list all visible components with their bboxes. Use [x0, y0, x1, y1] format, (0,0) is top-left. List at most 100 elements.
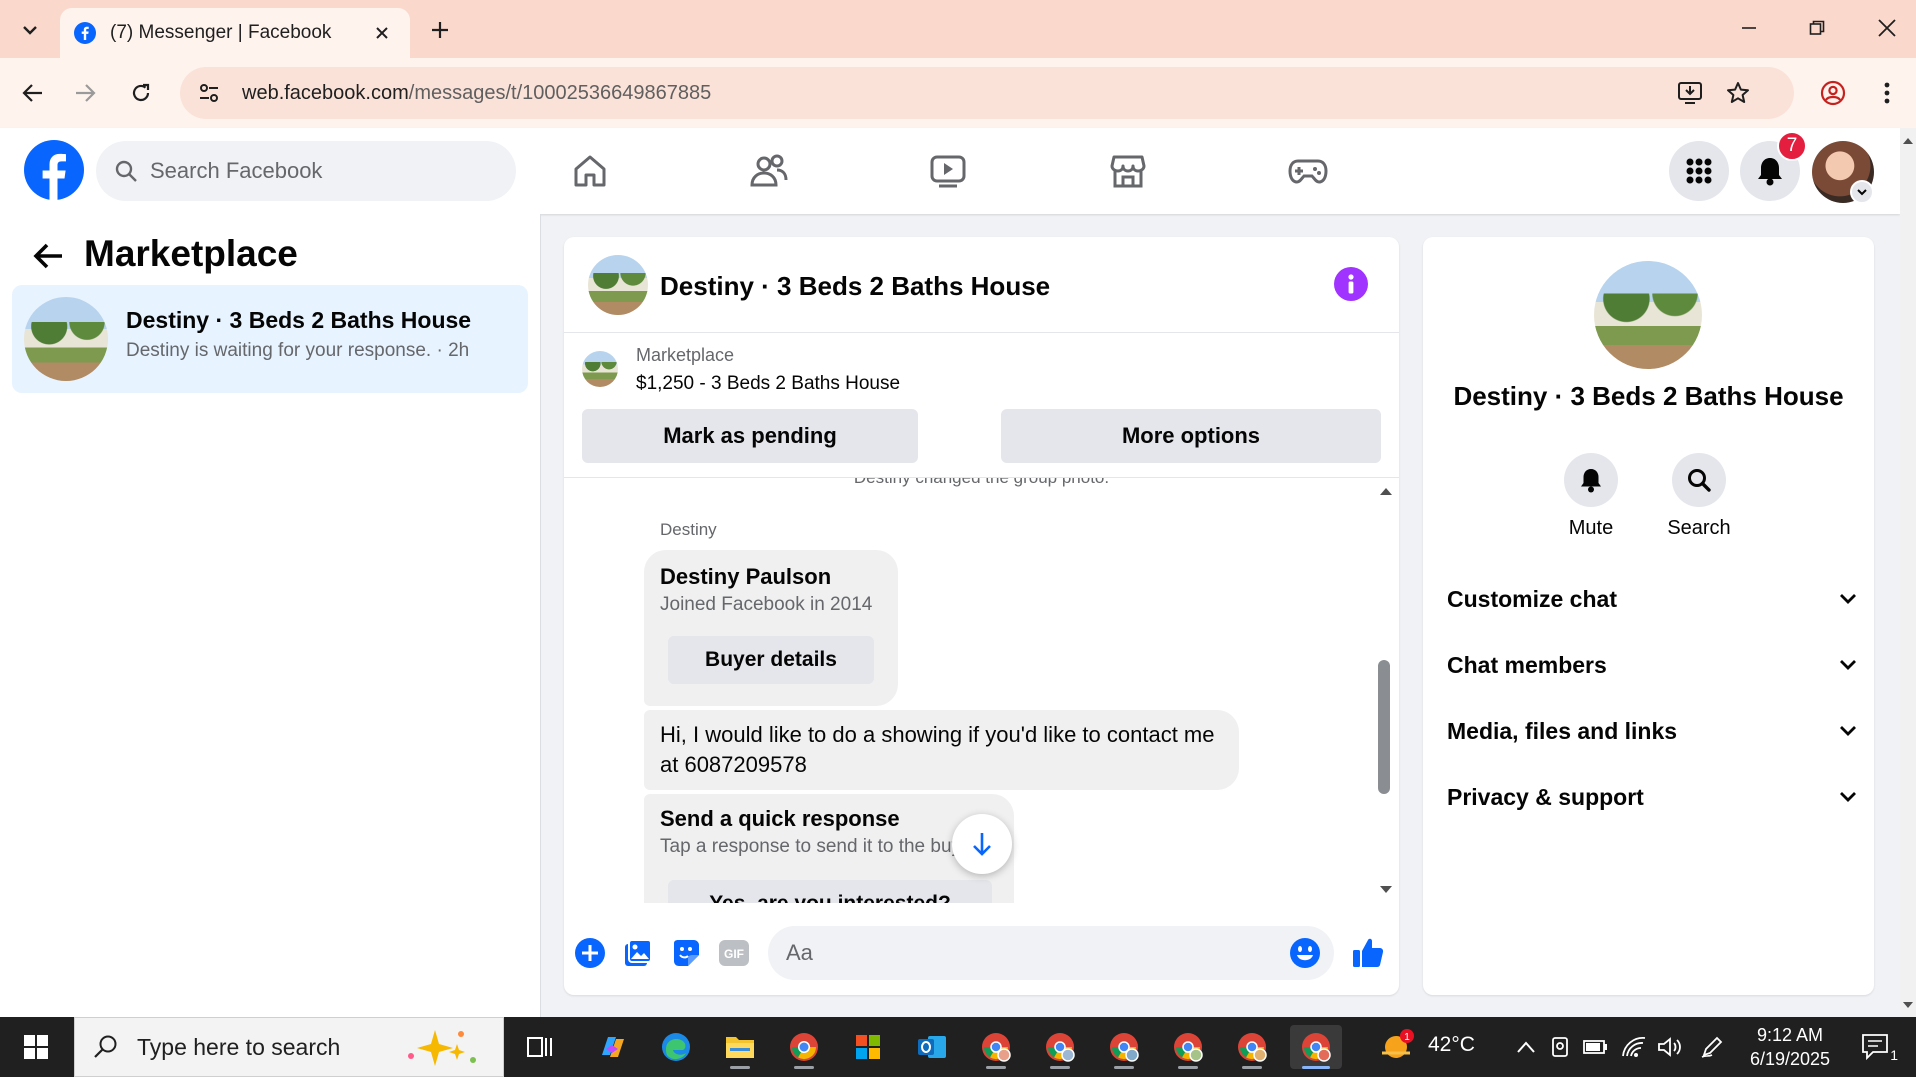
- folder-icon: [726, 1037, 754, 1058]
- store-app[interactable]: [842, 1025, 894, 1069]
- chrome-app-6[interactable]: [1226, 1025, 1278, 1069]
- back-button[interactable]: [12, 72, 54, 114]
- chrome-app-5[interactable]: [1162, 1025, 1214, 1069]
- bookmark-button[interactable]: [1720, 75, 1756, 111]
- site-info-icon[interactable]: [198, 82, 220, 104]
- notification-center-button[interactable]: 1: [1858, 1029, 1898, 1065]
- nav-watch[interactable]: [918, 146, 978, 196]
- close-window-button[interactable]: [1852, 6, 1916, 50]
- search-icon: [94, 1035, 117, 1058]
- section-chat-members[interactable]: Chat members: [1447, 641, 1857, 689]
- reload-button[interactable]: [120, 72, 162, 114]
- install-app-button[interactable]: [1672, 75, 1708, 111]
- outlook-app[interactable]: [906, 1025, 958, 1069]
- new-tab-button[interactable]: [422, 12, 458, 48]
- search-action[interactable]: Search: [1659, 453, 1739, 540]
- message-input-box[interactable]: [768, 926, 1334, 980]
- section-customize-chat[interactable]: Customize chat: [1447, 575, 1857, 623]
- gif-button[interactable]: GIF: [714, 933, 754, 973]
- group-photo[interactable]: [1594, 261, 1702, 369]
- chat-avatar[interactable]: [588, 255, 648, 315]
- more-options-button[interactable]: More options: [1001, 409, 1381, 463]
- message-bubble[interactable]: Hi, I would like to do a showing if you'…: [644, 710, 1239, 790]
- thumbs-up-icon: [1353, 938, 1384, 967]
- file-explorer-app[interactable]: [714, 1025, 766, 1069]
- taskbar-search-input[interactable]: [137, 1033, 387, 1061]
- search-in-chat-button[interactable]: [1672, 453, 1726, 507]
- address-bar[interactable]: web.facebook.com/messages/t/100025366498…: [180, 67, 1794, 119]
- buyer-joined: Joined Facebook in 2014: [660, 594, 873, 615]
- windows-logo-icon: [24, 1035, 48, 1059]
- nav-marketplace[interactable]: [1098, 146, 1158, 196]
- chrome-menu-button[interactable]: [1866, 72, 1908, 114]
- chrome-app-3[interactable]: [1034, 1025, 1086, 1069]
- sparkle-icon: [408, 1030, 476, 1066]
- listing-banner[interactable]: Marketplace $1,250 - 3 Beds 2 Baths Hous…: [564, 333, 1399, 403]
- gamepad-icon: [1288, 159, 1328, 184]
- chrome-app-1[interactable]: [778, 1025, 830, 1069]
- svg-text:1: 1: [1404, 1032, 1410, 1043]
- emoji-button[interactable]: [1288, 936, 1322, 970]
- message-input[interactable]: [786, 940, 1256, 966]
- tray-battery[interactable]: [1582, 1033, 1610, 1061]
- nav-home[interactable]: [560, 146, 620, 196]
- taskbar-search[interactable]: [74, 1017, 504, 1077]
- chrome-profile-icon: [1238, 1033, 1267, 1062]
- tray-volume[interactable]: [1656, 1033, 1684, 1061]
- browser-tab-messenger[interactable]: (7) Messenger | Facebook: [60, 8, 410, 58]
- tab-close-button[interactable]: [368, 19, 396, 47]
- section-privacy-support[interactable]: Privacy & support: [1447, 773, 1857, 821]
- chrome-app-2[interactable]: [970, 1025, 1022, 1069]
- chevron-down-icon: [1840, 660, 1856, 670]
- account-chevron[interactable]: [1850, 180, 1874, 204]
- chat-title[interactable]: Destiny · 3 Beds 2 Baths House: [660, 271, 1050, 302]
- facebook-search-input[interactable]: [150, 158, 480, 184]
- chrome-app-4[interactable]: [1098, 1025, 1150, 1069]
- show-hidden-icons[interactable]: [1512, 1033, 1540, 1061]
- back-to-chats-button[interactable]: [26, 234, 70, 278]
- forward-button[interactable]: [64, 72, 106, 114]
- chrome-app-active[interactable]: [1290, 1025, 1342, 1069]
- nav-friends[interactable]: [739, 146, 799, 196]
- copilot-app[interactable]: [586, 1025, 638, 1069]
- chrome-profile-button[interactable]: [1812, 72, 1854, 114]
- attach-photo-button[interactable]: [618, 933, 658, 973]
- tray-meet-now[interactable]: [1546, 1033, 1574, 1061]
- scroll-to-bottom-button[interactable]: [952, 814, 1012, 874]
- tray-wifi[interactable]: [1620, 1033, 1648, 1061]
- weather-widget[interactable]: 1 42°C: [1380, 1027, 1475, 1063]
- edge-icon: [662, 1033, 690, 1061]
- edge-app[interactable]: [650, 1025, 702, 1069]
- tray-pen[interactable]: [1698, 1033, 1726, 1061]
- mute-button[interactable]: [1564, 453, 1618, 507]
- more-actions-button[interactable]: [570, 933, 610, 973]
- restore-button[interactable]: [1782, 6, 1852, 50]
- info-icon: [1348, 274, 1354, 294]
- menu-button[interactable]: [1669, 141, 1729, 201]
- facebook-search-box[interactable]: [96, 141, 516, 201]
- section-label: Customize chat: [1447, 585, 1617, 612]
- clock-date: 6/19/2025: [1749, 1049, 1831, 1069]
- facebook-header: 7: [0, 128, 1900, 214]
- task-view-button[interactable]: [514, 1025, 566, 1069]
- nav-gaming[interactable]: [1278, 146, 1338, 196]
- browser-toolbar: web.facebook.com/messages/t/100025366498…: [0, 58, 1916, 128]
- page-scrollbar[interactable]: [1900, 128, 1916, 1017]
- sticker-button[interactable]: [666, 933, 706, 973]
- start-button[interactable]: [10, 1025, 62, 1069]
- mark-as-pending-button[interactable]: Mark as pending: [582, 409, 918, 463]
- quick-reply-option[interactable]: Yes, are you interested?: [668, 880, 992, 903]
- send-like-button[interactable]: [1348, 933, 1388, 973]
- facebook-logo[interactable]: [24, 140, 84, 200]
- taskbar-clock[interactable]: 9:12 AM 6/19/2025: [1740, 1023, 1840, 1071]
- section-media-files-links[interactable]: Media, files and links: [1447, 707, 1857, 755]
- running-indicator: [986, 1066, 1006, 1069]
- conversation-item[interactable]: Destiny · 3 Beds 2 Baths House Destiny i…: [12, 285, 528, 393]
- tab-search-button[interactable]: [12, 12, 48, 48]
- buyer-details-button[interactable]: Buyer details: [668, 636, 874, 684]
- minimize-button[interactable]: [1714, 6, 1784, 50]
- message-scroll-thumb[interactable]: [1378, 660, 1390, 794]
- mute-action[interactable]: Mute: [1551, 453, 1631, 540]
- url-host: web.facebook.com: [242, 81, 409, 104]
- conversation-info-button[interactable]: [1334, 267, 1368, 301]
